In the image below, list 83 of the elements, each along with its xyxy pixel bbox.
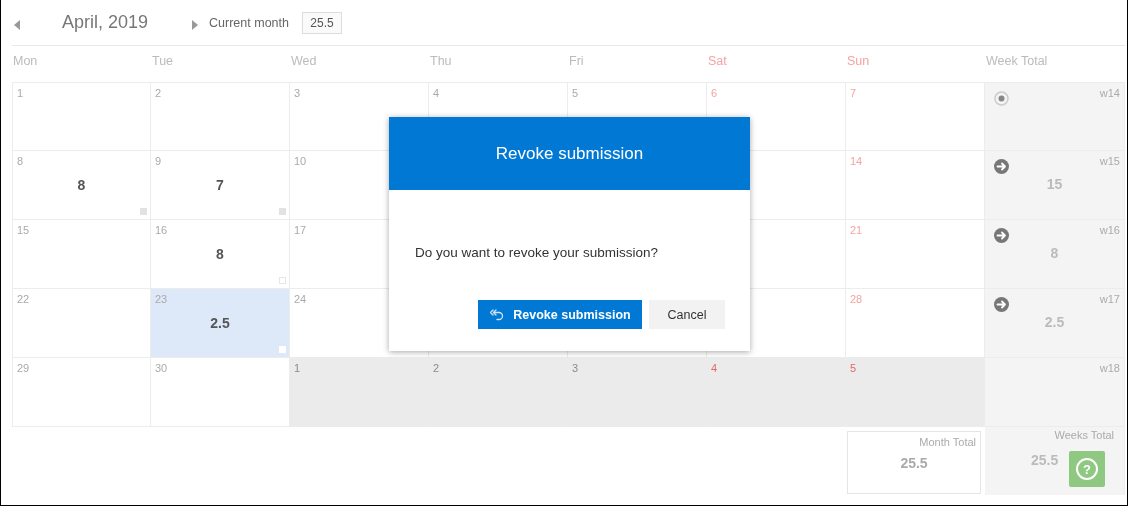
day-cell[interactable]: 2 xyxy=(151,82,290,151)
previous-month-icon[interactable] xyxy=(14,17,20,28)
week-number: w17 xyxy=(1099,293,1120,305)
day-number: 29 xyxy=(17,362,30,374)
day-cell[interactable]: 9 7 xyxy=(151,151,290,220)
weekday-heading: Sat xyxy=(708,54,727,68)
current-month-label: Current month xyxy=(209,15,289,30)
day-number: 1 xyxy=(294,362,301,374)
next-month-icon[interactable] xyxy=(192,17,199,28)
day-cell[interactable]: 23 2.5 xyxy=(151,289,290,358)
radio-icon[interactable] xyxy=(994,91,1009,106)
weeks-total-label: Weeks Total xyxy=(1054,429,1114,441)
month-title: April, 2019 xyxy=(62,12,149,33)
week-number: w14 xyxy=(1099,87,1120,99)
weekday-heading: Thu xyxy=(430,54,452,68)
day-number: 3 xyxy=(294,87,301,99)
day-number: 5 xyxy=(572,87,579,99)
day-cell[interactable]: 16 8 xyxy=(151,220,290,289)
day-cell[interactable]: 8 8 xyxy=(12,151,151,220)
day-number: 4 xyxy=(433,87,440,99)
arrow-icon[interactable] xyxy=(994,228,1009,243)
undo-icon xyxy=(489,307,506,322)
day-cell[interactable]: 28 xyxy=(846,289,985,358)
day-cell[interactable]: 30 xyxy=(151,358,290,427)
arrow-icon[interactable] xyxy=(994,297,1009,312)
day-number: 7 xyxy=(850,87,857,99)
day-cell[interactable]: 22 xyxy=(12,289,151,358)
day-number: 3 xyxy=(572,362,579,374)
weekday-heading: Wed xyxy=(291,54,317,68)
weekday-heading: Sun xyxy=(847,54,870,68)
day-number: 17 xyxy=(294,224,307,236)
weekday-heading: Fri xyxy=(569,54,584,68)
day-number: 5 xyxy=(850,362,857,374)
day-number: 6 xyxy=(711,87,718,99)
day-number: 14 xyxy=(850,155,863,167)
day-cell[interactable]: 7 xyxy=(846,82,985,151)
day-cell[interactable]: 14 xyxy=(846,151,985,220)
day-cell[interactable]: 2 xyxy=(429,358,568,427)
week-total-value: 8 xyxy=(1050,245,1059,261)
day-number: 24 xyxy=(294,293,307,305)
week-number: w15 xyxy=(1099,155,1120,167)
day-number: 21 xyxy=(850,224,863,236)
help-button[interactable]: ? xyxy=(1069,451,1105,487)
day-number: 16 xyxy=(155,224,168,236)
day-hours: 8 xyxy=(216,246,224,262)
week-total-value: 15 xyxy=(1046,176,1063,192)
day-number: 15 xyxy=(17,224,30,236)
month-total-label: Month Total xyxy=(919,436,976,448)
dialog-title: Revoke submission xyxy=(389,117,750,190)
day-number: 2 xyxy=(433,362,440,374)
day-number: 9 xyxy=(155,155,162,167)
day-cell[interactable]: 1 xyxy=(12,82,151,151)
day-cell[interactable]: 3 xyxy=(568,358,707,427)
day-cell[interactable]: 29 xyxy=(12,358,151,427)
arrow-icon[interactable] xyxy=(994,159,1009,174)
week-number: w18 xyxy=(1099,362,1120,374)
week-total-heading: Week Total xyxy=(986,54,1048,68)
weeks-total-value: 25.5 xyxy=(1031,452,1059,468)
day-number: 1 xyxy=(17,87,24,99)
day-number: 28 xyxy=(850,293,863,305)
cancel-button[interactable]: Cancel xyxy=(649,300,725,329)
day-hours: 2.5 xyxy=(210,315,230,331)
month-total-value: 25.5 xyxy=(900,455,928,471)
day-cell[interactable]: 4 xyxy=(707,358,846,427)
day-number: 10 xyxy=(294,155,307,167)
day-cell[interactable]: 21 xyxy=(846,220,985,289)
day-number: 8 xyxy=(17,155,24,167)
weekday-heading: Mon xyxy=(13,54,38,68)
day-hours: 8 xyxy=(77,177,86,193)
week-number: w16 xyxy=(1099,224,1120,236)
weekday-heading: Tue xyxy=(152,54,174,68)
day-hours: 7 xyxy=(216,177,224,193)
day-cell[interactable]: 15 xyxy=(12,220,151,289)
revoke-button[interactable]: Revoke submission xyxy=(478,300,642,329)
day-number: 4 xyxy=(711,362,718,374)
day-number: 22 xyxy=(17,293,30,305)
day-cell[interactable]: 5 xyxy=(846,358,985,427)
day-number: 30 xyxy=(155,362,168,374)
day-cell[interactable]: 1 xyxy=(290,358,429,427)
week-total-value: 2.5 xyxy=(1044,314,1065,330)
day-number: 23 xyxy=(155,293,168,305)
current-month-field[interactable]: 25.5 xyxy=(301,11,342,34)
day-number: 2 xyxy=(155,87,162,99)
